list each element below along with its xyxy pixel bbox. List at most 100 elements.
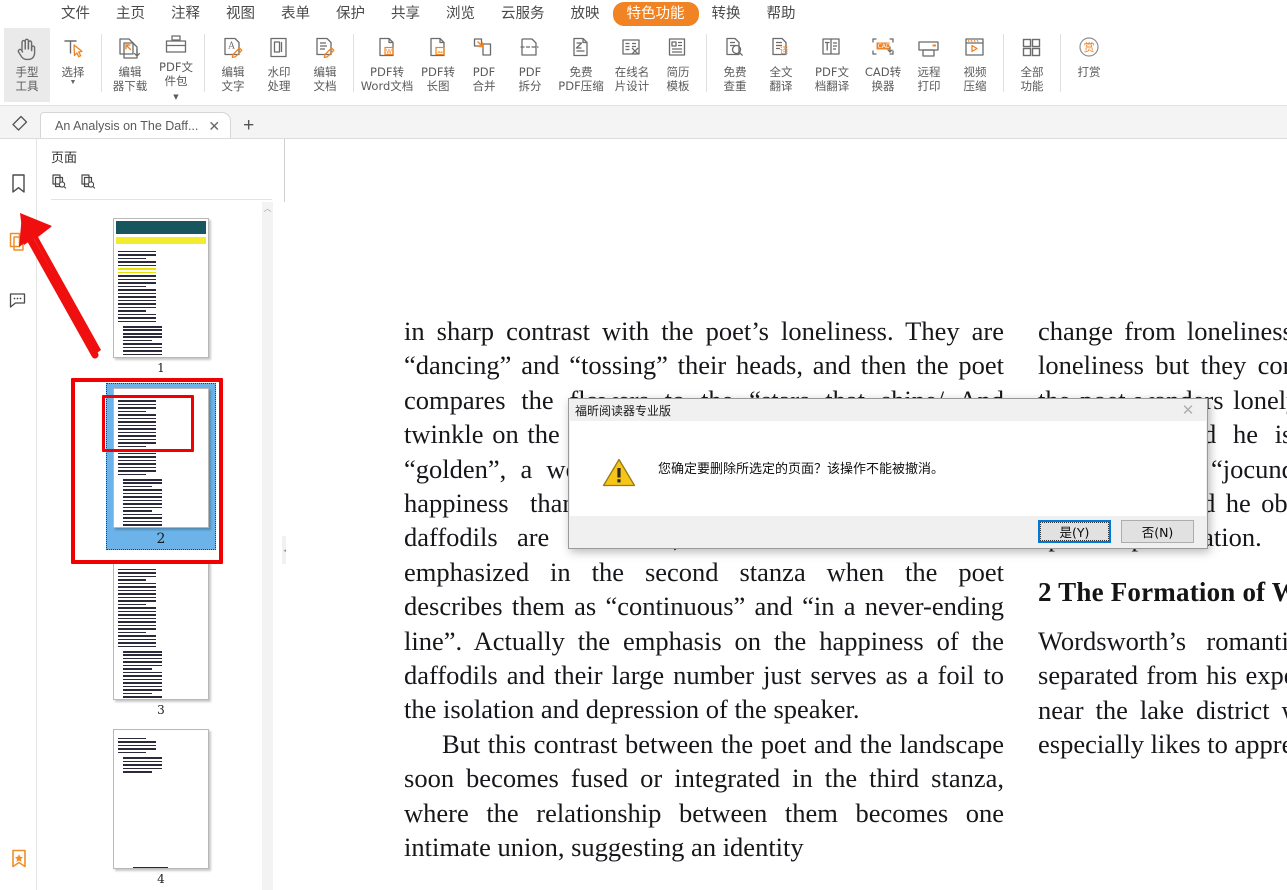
- menu-item-cloud[interactable]: 云服务: [488, 2, 558, 26]
- pdf-doc-translate-button[interactable]: PDF文档翻译: [804, 28, 860, 102]
- translate-icon: 译: [768, 32, 794, 64]
- business-card-label-1: 在线名: [615, 65, 650, 79]
- watermark-label-2: 处理: [268, 79, 291, 93]
- hand-tool-button[interactable]: 手型工具: [4, 28, 50, 102]
- menu-item-features[interactable]: 特色功能: [613, 2, 699, 26]
- chevron-down-icon[interactable]: ▼: [70, 80, 77, 86]
- thumbnail-page-3[interactable]: 3: [107, 556, 215, 719]
- pdf-to-longimage-label-2: 长图: [421, 79, 455, 93]
- menu-item-convert[interactable]: 转换: [699, 2, 754, 26]
- text-select-icon: [60, 32, 86, 64]
- pdf-split-button[interactable]: PDF拆分: [507, 28, 553, 102]
- pdf-package-button[interactable]: PDF文件包▼: [153, 28, 199, 102]
- thumbnail-scrollbar[interactable]: ︿: [262, 202, 273, 890]
- resume-template-label-1: 简历: [667, 65, 690, 79]
- remote-print-button[interactable]: 远程打印: [906, 28, 952, 102]
- resume-template-button[interactable]: 简历模板: [655, 28, 701, 102]
- full-translate-label-2: 翻译: [770, 79, 793, 93]
- menu-item-protect[interactable]: 保护: [323, 2, 378, 26]
- merge-icon: [471, 32, 497, 64]
- sidebar-item-favorites[interactable]: [0, 840, 37, 880]
- thumbnail-page-1[interactable]: 1: [107, 214, 215, 377]
- pdf-to-longimage-button[interactable]: PDF转长图: [415, 28, 461, 102]
- close-icon[interactable]: ✕: [206, 120, 222, 132]
- thumbnail-toolbar: [37, 166, 284, 199]
- scroll-up-icon[interactable]: ︿: [262, 202, 273, 215]
- menu-item-help[interactable]: 帮助: [754, 2, 809, 26]
- star-bookmark-icon: [9, 848, 29, 872]
- edit-document-button[interactable]: 编辑文档: [302, 28, 348, 102]
- grid-icon: [1019, 32, 1045, 64]
- plagiarism-check-label-2: 查重: [724, 79, 747, 93]
- thumbnail-page-number: 3: [113, 703, 209, 717]
- ribbon-separator: [1060, 34, 1061, 92]
- section-heading: 2 The Formation of Wordsworth’s View of …: [1038, 575, 1287, 610]
- plagiarism-check-button[interactable]: 免费查重: [712, 28, 758, 102]
- menu-item-share[interactable]: 共享: [378, 2, 433, 26]
- business-card-button[interactable]: 在线名片设计: [609, 28, 655, 102]
- all-features-label-2: 功能: [1021, 79, 1044, 93]
- ribbon-separator: [204, 34, 205, 92]
- edit-document-label-1: 编辑: [314, 65, 337, 79]
- pdf-package-label-1: PDF文: [159, 60, 193, 74]
- select-tool-button[interactable]: 选择 ▼: [50, 28, 96, 102]
- pdf-compress-button[interactable]: 免费PDF压缩: [553, 28, 609, 102]
- edit-text-button[interactable]: A 编辑文字: [210, 28, 256, 102]
- foxit-reader-window: 文件 主页 注释 视图 表单 保护 共享 浏览 云服务 放映 特色功能 转换 帮…: [0, 0, 1287, 890]
- svg-text:W: W: [386, 48, 392, 55]
- pdf-to-word-button[interactable]: W PDF转Word文档: [359, 28, 415, 102]
- pdf-to-image-icon: [425, 32, 451, 64]
- all-features-button[interactable]: 全部功能: [1009, 28, 1055, 102]
- thumbnail-list[interactable]: 1: [37, 202, 285, 890]
- dialog-footer: 是(Y) 否(N): [570, 516, 1206, 547]
- cad-converter-button[interactable]: CAD CAD转换器: [860, 28, 906, 102]
- card-design-icon: [619, 32, 645, 64]
- pdf-to-word-icon: W: [374, 32, 400, 64]
- video-compress-button[interactable]: 视频压缩: [952, 28, 998, 102]
- video-compress-label-2: 压缩: [964, 79, 987, 93]
- confirm-delete-dialog[interactable]: 福昕阅读器专业版 ✕ 您确定要删除所选定的页面？该操作不能被撤消。 是(Y) 否…: [568, 398, 1208, 549]
- thumbnail-page-4[interactable]: 4: [107, 725, 215, 888]
- pdf-to-word-label-1: PDF转: [370, 65, 404, 79]
- page-zoom-in-icon[interactable]: [51, 173, 68, 193]
- pdf-to-word-label-2: Word文档: [361, 79, 414, 93]
- edit-text-label-1: 编辑: [222, 65, 245, 79]
- close-icon[interactable]: ✕: [1175, 401, 1201, 419]
- yes-button[interactable]: 是(Y): [1038, 520, 1111, 543]
- no-button[interactable]: 否(N): [1121, 520, 1194, 543]
- menu-item-form[interactable]: 表单: [268, 2, 323, 26]
- video-icon: [962, 32, 988, 64]
- cad-icon: CAD: [869, 32, 897, 64]
- full-translate-button[interactable]: 译 全文翻译: [758, 28, 804, 102]
- thumbnail-panel-header: 页面: [37, 139, 284, 166]
- dialog-title: 福昕阅读器专业版: [569, 399, 1207, 421]
- sidebar-item-pages[interactable]: [0, 220, 37, 265]
- menu-item-home[interactable]: 主页: [103, 2, 158, 26]
- sidebar-item-comments[interactable]: [0, 278, 37, 323]
- paragraph: But this contrast between the poet and t…: [404, 727, 1004, 865]
- pdf-merge-button[interactable]: PDF合并: [461, 28, 507, 102]
- document-tab[interactable]: An Analysis on The Daff... ✕: [40, 112, 231, 138]
- new-tab-button[interactable]: +: [231, 116, 264, 138]
- menu-item-comment[interactable]: 注释: [158, 2, 213, 26]
- reward-button[interactable]: 赏 打赏: [1066, 28, 1112, 102]
- side-navigation-rail: [0, 139, 37, 890]
- menu-item-view[interactable]: 视图: [213, 2, 268, 26]
- ribbon-toolbar: 手型工具 选择 ▼ 编辑器下载 PDF文件包▼: [0, 28, 1287, 106]
- thumbnail-page-2[interactable]: 2: [106, 383, 216, 550]
- menu-item-present[interactable]: 放映: [558, 2, 613, 26]
- resume-template-label-2: 模板: [667, 79, 690, 93]
- editor-download-icon: [116, 32, 144, 64]
- svg-text:CAD: CAD: [878, 43, 891, 50]
- page-zoom-out-icon[interactable]: [80, 173, 97, 193]
- yes-button-label: 是(Y): [1040, 522, 1109, 541]
- eraser-icon[interactable]: [0, 105, 40, 138]
- pdf-doc-translate-label-2: 档翻译: [815, 79, 850, 93]
- pdf-to-longimage-label-1: PDF转: [421, 65, 455, 79]
- menu-item-file[interactable]: 文件: [48, 2, 103, 26]
- sidebar-item-bookmarks[interactable]: [0, 161, 37, 206]
- hand-tool-label-2: 工具: [16, 79, 39, 93]
- watermark-button[interactable]: 水印处理: [256, 28, 302, 102]
- editor-download-button[interactable]: 编辑器下载: [107, 28, 153, 102]
- menu-item-browse[interactable]: 浏览: [433, 2, 488, 26]
